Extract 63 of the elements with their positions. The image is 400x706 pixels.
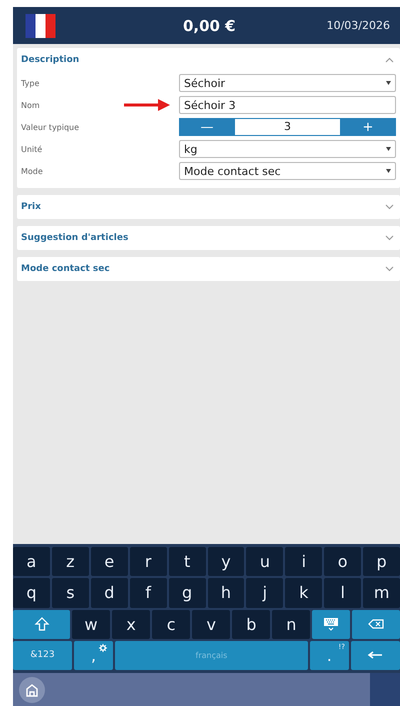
key[interactable]: k <box>285 578 322 608</box>
plus-button[interactable]: + <box>340 118 396 136</box>
field-label: Valeur typique <box>21 122 80 132</box>
key[interactable]: l <box>324 578 362 608</box>
home-button[interactable] <box>19 676 45 702</box>
key[interactable]: h <box>208 578 244 608</box>
stepper-value[interactable]: 3 <box>235 118 340 136</box>
caret-icon <box>386 147 391 151</box>
field-label: Unité <box>21 144 44 154</box>
key[interactable]: a <box>13 547 50 576</box>
backspace-key[interactable] <box>352 610 400 639</box>
enter-key[interactable] <box>350 640 400 670</box>
key[interactable]: j <box>246 578 284 608</box>
key[interactable]: r <box>130 547 167 576</box>
chevron-up-icon[interactable] <box>385 57 394 63</box>
key[interactable]: v <box>192 610 230 639</box>
field-label: Nom <box>21 100 41 110</box>
key[interactable]: g <box>168 578 206 608</box>
input-field[interactable]: Séchoir 3 <box>179 96 396 114</box>
hide-keyboard-key[interactable] <box>312 610 350 639</box>
bar-panel <box>370 673 400 706</box>
chevron-down-icon[interactable] <box>385 235 394 241</box>
key[interactable]: b <box>232 610 270 639</box>
caret-icon <box>386 169 391 173</box>
key[interactable]: m <box>363 578 400 608</box>
chevron-down-icon[interactable] <box>385 266 394 272</box>
dropdown[interactable]: Séchoir <box>179 74 396 92</box>
key[interactable]: y <box>208 547 244 576</box>
section-title[interactable]: Suggestion d'articles <box>21 233 128 243</box>
flag-icon[interactable] <box>25 14 56 38</box>
key[interactable]: p <box>363 547 400 576</box>
field-label: Mode <box>21 166 44 176</box>
total-amount: 0,00 € <box>182 16 237 34</box>
key[interactable]: t <box>168 547 206 576</box>
chevron-down-icon[interactable] <box>385 204 394 210</box>
key[interactable]: u <box>246 547 284 576</box>
key[interactable]: o <box>324 547 362 576</box>
minus-button[interactable]: — <box>179 118 235 136</box>
date-text: 10/03/2026 <box>326 19 390 32</box>
dropdown[interactable]: Mode contact sec <box>179 162 396 180</box>
home-icon <box>24 682 40 696</box>
key[interactable]: q <box>13 578 50 608</box>
caret-icon <box>386 81 391 85</box>
key[interactable]: e <box>90 547 128 576</box>
shift-icon <box>34 617 50 632</box>
key[interactable]: z <box>52 547 89 576</box>
shift-key[interactable] <box>13 610 70 639</box>
keyboard-icon <box>323 617 340 632</box>
key[interactable]: w <box>72 610 110 639</box>
key[interactable]: x <box>112 610 150 639</box>
dropdown[interactable]: kg <box>179 140 396 158</box>
section-title[interactable]: Prix <box>21 202 41 212</box>
gear-icon <box>99 644 108 652</box>
key[interactable]: i <box>285 547 322 576</box>
section-title[interactable]: Description <box>21 55 80 65</box>
key[interactable]: s <box>52 578 89 608</box>
key[interactable]: f <box>130 578 167 608</box>
field-label: Type <box>21 78 40 88</box>
key[interactable]: n <box>272 610 310 639</box>
key[interactable]: c <box>152 610 190 639</box>
key[interactable]: d <box>90 578 128 608</box>
backspace-icon <box>368 617 384 632</box>
section-title[interactable]: Mode contact sec <box>21 264 110 274</box>
